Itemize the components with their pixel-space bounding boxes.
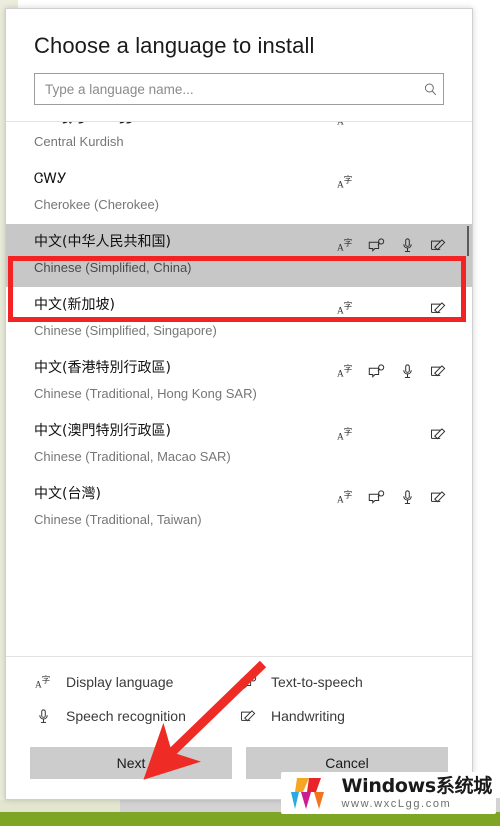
display-language-icon: A字 bbox=[336, 173, 354, 191]
background-taskbar-accent bbox=[0, 800, 120, 812]
legend-item-label: Handwriting bbox=[271, 708, 345, 724]
handwriting-icon bbox=[239, 707, 257, 725]
display-language-icon: A字 bbox=[336, 299, 354, 317]
legend-item: Speech recognition bbox=[34, 707, 239, 725]
display-language-icon: A字 bbox=[336, 121, 354, 128]
legend-item-label: Display language bbox=[66, 674, 174, 690]
text-to-speech-icon bbox=[239, 673, 257, 691]
handwriting-icon bbox=[430, 362, 448, 380]
speech-recognition-icon bbox=[399, 299, 417, 317]
language-feature-icons: A字 bbox=[336, 488, 448, 506]
language-list-item[interactable]: 中文(台灣) Chinese (Traditional, Taiwan) A 字 bbox=[6, 476, 472, 539]
svg-text:字: 字 bbox=[41, 674, 50, 685]
language-feature-icons: A字 bbox=[336, 299, 448, 317]
language-feature-icons: A字 bbox=[336, 236, 448, 254]
language-list-item[interactable]: ᏣᎳᎩ Cherokee (Cherokee) A 字 bbox=[6, 161, 472, 224]
display-language-icon: A字 bbox=[336, 236, 354, 254]
search-container bbox=[6, 73, 472, 121]
text-to-speech-icon bbox=[367, 488, 385, 506]
text-to-speech-icon bbox=[367, 299, 385, 317]
handwriting-icon bbox=[430, 173, 448, 191]
display-language-icon: A字 bbox=[336, 425, 354, 443]
watermark-url: www.wxcLgg.com bbox=[341, 797, 452, 810]
watermark-title: Windows系统城 bbox=[341, 774, 492, 797]
language-english-name: Chinese (Simplified, Singapore) bbox=[34, 323, 217, 338]
language-english-name: Chinese (Traditional, Taiwan) bbox=[34, 512, 202, 527]
handwriting-icon bbox=[430, 299, 448, 317]
background-taskbar bbox=[0, 812, 500, 826]
choose-language-dialog: Choose a language to install کوردیی ناوە… bbox=[5, 8, 473, 800]
language-list-item[interactable]: 中文(新加坡) Chinese (Simplified, Singapore) A 字 bbox=[6, 287, 472, 350]
dialog-title: Choose a language to install bbox=[34, 33, 315, 58]
background-right-pane: his ses at t e bbox=[470, 0, 500, 800]
handwriting-icon bbox=[430, 425, 448, 443]
next-button[interactable]: Next bbox=[30, 747, 232, 779]
speech-recognition-icon bbox=[34, 707, 52, 725]
speech-recognition-icon bbox=[399, 425, 417, 443]
text-to-speech-icon bbox=[367, 122, 385, 128]
screenshot-root: his ses at t e Choose a language to inst… bbox=[0, 0, 500, 826]
feature-legend: A 字 Display language Text-to-speech Speech r… bbox=[6, 656, 472, 733]
speech-recognition-icon bbox=[399, 362, 417, 380]
handwriting-icon bbox=[430, 122, 448, 128]
handwriting-icon bbox=[430, 236, 448, 254]
language-english-name: Cherokee (Cherokee) bbox=[34, 197, 160, 212]
search-input[interactable] bbox=[35, 81, 417, 97]
speech-recognition-icon bbox=[399, 488, 417, 506]
language-list-item[interactable]: 中文(澳門特別行政區) Chinese (Traditional, Macao S… bbox=[6, 413, 472, 476]
svg-text:字: 字 bbox=[343, 174, 352, 185]
svg-text:字: 字 bbox=[343, 489, 352, 500]
language-list[interactable]: کوردیی ناوەڕاستCentral KurdishA字ᏣᎳᎩChero… bbox=[6, 121, 472, 656]
svg-text:字: 字 bbox=[343, 300, 352, 311]
speech-recognition-icon bbox=[399, 173, 417, 191]
language-feature-icons: A字 bbox=[336, 173, 448, 191]
legend-item-label: Text-to-speech bbox=[271, 674, 363, 690]
legend-item-label: Speech recognition bbox=[66, 708, 186, 724]
search-icon[interactable] bbox=[417, 82, 443, 97]
text-to-speech-icon bbox=[367, 173, 385, 191]
language-feature-icons: A字 bbox=[336, 362, 448, 380]
language-english-name: Central Kurdish bbox=[34, 134, 124, 149]
language-english-name: Chinese (Simplified, China) bbox=[34, 260, 192, 275]
display-language-icon: A字 bbox=[336, 362, 354, 380]
speech-recognition-icon bbox=[399, 122, 417, 128]
watermark-text: Windows系统城 www.wxcLgg.com bbox=[341, 774, 492, 810]
legend-item: A 字 Display language bbox=[34, 673, 239, 691]
language-feature-icons: A字 bbox=[336, 425, 448, 443]
svg-text:字: 字 bbox=[343, 237, 352, 248]
watermark: Windows系统城 www.wxcLgg.com bbox=[281, 772, 496, 814]
text-to-speech-icon bbox=[367, 425, 385, 443]
text-to-speech-icon bbox=[367, 236, 385, 254]
language-list-item[interactable]: 中文(香港特別行政區) Chinese (Traditional, Hong Ko… bbox=[6, 350, 472, 413]
language-list-item[interactable]: 中文(中华人民共和国) Chinese (Simplified, China) A 字 bbox=[6, 224, 472, 287]
handwriting-icon bbox=[430, 488, 448, 506]
list-scrollbar-thumb[interactable] bbox=[467, 226, 469, 256]
svg-text:字: 字 bbox=[343, 426, 352, 437]
display-language-icon: A字 bbox=[336, 488, 354, 506]
search-box[interactable] bbox=[34, 73, 444, 105]
text-to-speech-icon bbox=[367, 362, 385, 380]
legend-item: Text-to-speech bbox=[239, 673, 444, 691]
language-list-item[interactable]: کوردیی ناوەڕاستCentral KurdishA字 bbox=[6, 121, 472, 161]
language-feature-icons: A字 bbox=[336, 121, 448, 128]
legend-item: Handwriting bbox=[239, 707, 444, 725]
language-english-name: Chinese (Traditional, Hong Kong SAR) bbox=[34, 386, 257, 401]
speech-recognition-icon bbox=[399, 236, 417, 254]
language-english-name: Chinese (Traditional, Macao SAR) bbox=[34, 449, 231, 464]
display-language-icon: A字 bbox=[34, 673, 52, 691]
watermark-logo-icon bbox=[291, 778, 325, 809]
svg-text:字: 字 bbox=[343, 121, 352, 122]
svg-text:字: 字 bbox=[343, 363, 352, 374]
